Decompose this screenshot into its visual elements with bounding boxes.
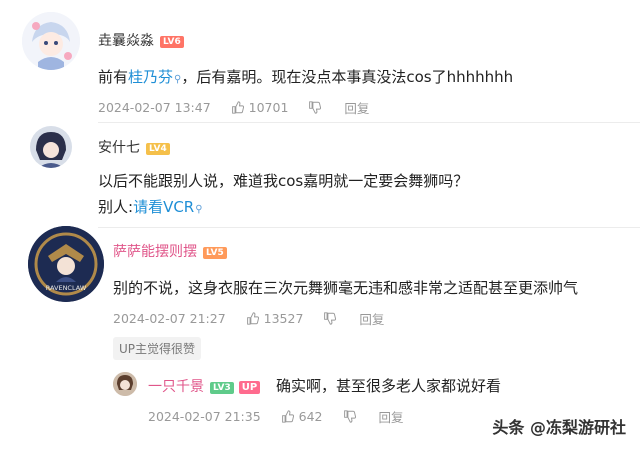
comment-1-username[interactable]: 垚曩焱淼 LV6 bbox=[98, 30, 184, 50]
like-count: 642 bbox=[298, 409, 323, 424]
timestamp: 2024-02-07 21:27 bbox=[113, 311, 226, 326]
vcr-link[interactable]: 请看VCR bbox=[133, 198, 194, 216]
anime-avatar-icon bbox=[30, 126, 72, 168]
search-icon: ⚲ bbox=[195, 204, 203, 215]
thumbs-down-icon bbox=[324, 312, 337, 325]
like-button[interactable]: 10701 bbox=[231, 100, 289, 115]
comment-3-meta: 2024-02-07 21:27 13527 回复 bbox=[113, 309, 384, 328]
dislike-button[interactable] bbox=[308, 101, 326, 114]
comment-2-content-line2: 别人:请看VCR⚲ bbox=[98, 198, 203, 216]
reply-avatar[interactable] bbox=[113, 372, 137, 396]
reply-meta: 2024-02-07 21:35 642 回复 bbox=[148, 407, 404, 426]
thumbs-up-icon bbox=[231, 101, 244, 114]
thumbs-down-icon bbox=[343, 410, 356, 423]
divider bbox=[98, 227, 640, 228]
thumbs-up-icon bbox=[281, 410, 294, 423]
username-text[interactable]: 一只千景 bbox=[148, 379, 204, 395]
timestamp: 2024-02-07 13:47 bbox=[98, 100, 211, 115]
like-button[interactable]: 13527 bbox=[246, 311, 304, 326]
level-badge: LV3 bbox=[210, 382, 234, 394]
username-text[interactable]: 垚曩焱淼 bbox=[98, 33, 154, 49]
thumbs-down-icon bbox=[309, 101, 322, 114]
reply-button[interactable]: 回复 bbox=[359, 309, 384, 328]
divider bbox=[98, 122, 640, 123]
reply-button[interactable]: 回复 bbox=[379, 407, 404, 426]
watermark: 头条 @冻梨游研社 bbox=[492, 418, 626, 437]
comment-3-username[interactable]: 萨萨能摆则摆 LV5 bbox=[113, 241, 227, 261]
topic-link[interactable]: 桂乃芬 bbox=[128, 68, 173, 86]
like-button[interactable]: 642 bbox=[281, 409, 323, 424]
comment-1-content: 前有桂乃芬⚲，后有嘉明。现在没点本事真没法cos了hhhhhhh bbox=[98, 68, 514, 86]
reply-username[interactable]: 一只千景 LV3 UP bbox=[148, 376, 261, 396]
avatar[interactable] bbox=[22, 12, 80, 70]
level-badge: LV6 bbox=[160, 36, 184, 48]
crest-text: RAVENCLAW bbox=[46, 284, 87, 292]
avatar[interactable]: RAVENCLAW bbox=[28, 226, 104, 302]
ravenclaw-crest-icon: RAVENCLAW bbox=[28, 226, 104, 302]
comment-2-content-line1: 以后不能跟别人说，难道我cos嘉明就一定要会舞狮吗？ bbox=[98, 172, 469, 190]
anime-avatar-icon bbox=[113, 372, 137, 396]
username-text[interactable]: 安什七 bbox=[98, 140, 140, 156]
comment-2-username[interactable]: 安什七 LV4 bbox=[98, 137, 170, 157]
up-liked-badge: UP主觉得很赞 bbox=[113, 337, 202, 360]
reply-content: 确实啊，甚至很多老人家都说好看 bbox=[276, 377, 502, 395]
like-count: 13527 bbox=[263, 311, 304, 326]
username-text[interactable]: 萨萨能摆则摆 bbox=[113, 244, 197, 260]
level-badge: LV5 bbox=[203, 247, 227, 259]
dislike-button[interactable] bbox=[323, 312, 341, 325]
up-badge: UP bbox=[238, 381, 261, 394]
dislike-button[interactable] bbox=[343, 410, 361, 423]
level-badge: LV4 bbox=[146, 143, 170, 155]
timestamp: 2024-02-07 21:35 bbox=[148, 409, 261, 424]
comment-1-meta: 2024-02-07 13:47 10701 回复 bbox=[98, 98, 369, 117]
anime-avatar-icon bbox=[22, 12, 80, 70]
comment-3-content: 别的不说，这身衣服在三次元舞狮毫无违和感非常之适配甚至更添帅气 bbox=[113, 279, 579, 297]
reply-button[interactable]: 回复 bbox=[344, 98, 369, 117]
thumbs-up-icon bbox=[246, 312, 259, 325]
avatar[interactable] bbox=[30, 126, 72, 168]
like-count: 10701 bbox=[248, 100, 289, 115]
